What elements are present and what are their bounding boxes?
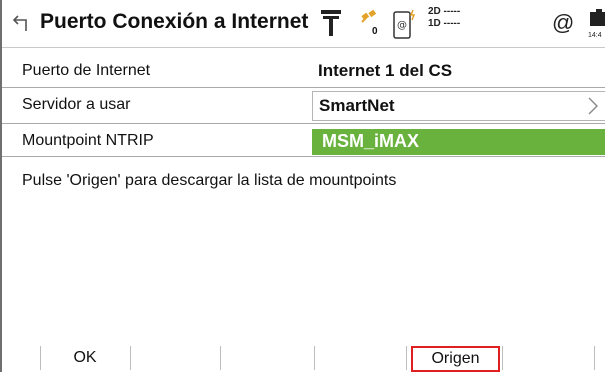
- position-1d-label: 1D -----: [428, 18, 461, 29]
- satellite-count: 0: [372, 26, 378, 37]
- toolbar-divider: [502, 346, 503, 370]
- origen-button[interactable]: Origen: [411, 346, 500, 372]
- ok-button[interactable]: OK: [40, 344, 130, 372]
- phone-internet-icon[interactable]: @: [392, 8, 418, 40]
- info-text: Pulse 'Origen' para descargar la lista d…: [22, 172, 397, 189]
- back-arrow-icon[interactable]: [10, 13, 32, 35]
- svg-text:@: @: [397, 20, 407, 31]
- toolbar-divider: [220, 346, 221, 370]
- server-label: Servidor a usar: [22, 96, 131, 113]
- mountpoint-value: MSM_iMAX: [322, 131, 420, 151]
- toolbar-divider: [314, 346, 315, 370]
- server-select[interactable]: SmartNet: [312, 91, 605, 121]
- internet-at-icon[interactable]: @: [552, 10, 574, 36]
- toolbar-divider: [594, 346, 595, 370]
- server-row: Servidor a usar SmartNet: [2, 88, 605, 124]
- internet-port-row: Puerto de Internet Internet 1 del CS: [2, 58, 605, 88]
- toolbar-divider: [130, 346, 131, 370]
- internet-port-label: Puerto de Internet: [22, 62, 151, 79]
- gnss-antenna-icon[interactable]: [320, 8, 342, 38]
- toolbar-divider: [406, 346, 407, 370]
- clock-time: 14:4: [588, 32, 602, 39]
- page-title: Puerto Conexión a Internet: [40, 10, 309, 33]
- position-2d-label: 2D -----: [428, 6, 461, 17]
- mountpoint-row: Mountpoint NTRIP MSM_iMAX: [2, 124, 605, 157]
- internet-port-value: Internet 1 del CS: [318, 61, 453, 80]
- satellite-icon[interactable]: [358, 8, 382, 38]
- mountpoint-label: Mountpoint NTRIP: [22, 132, 154, 149]
- mountpoint-field[interactable]: MSM_iMAX: [312, 129, 605, 155]
- title-bar: Puerto Conexión a Internet 0 @ 2D ----- …: [2, 0, 605, 48]
- position-status: 2D ----- 1D -----: [428, 6, 460, 30]
- battery-icon[interactable]: 14:4: [588, 8, 605, 40]
- bottom-toolbar: OK Origen: [2, 344, 605, 372]
- chevron-right-icon: [588, 97, 598, 115]
- app-window: Puerto Conexión a Internet 0 @ 2D ----- …: [0, 0, 605, 372]
- status-bar: 0 @ 2D ----- 1D ----- @ 14:4: [320, 4, 605, 44]
- server-select-value: SmartNet: [319, 96, 395, 115]
